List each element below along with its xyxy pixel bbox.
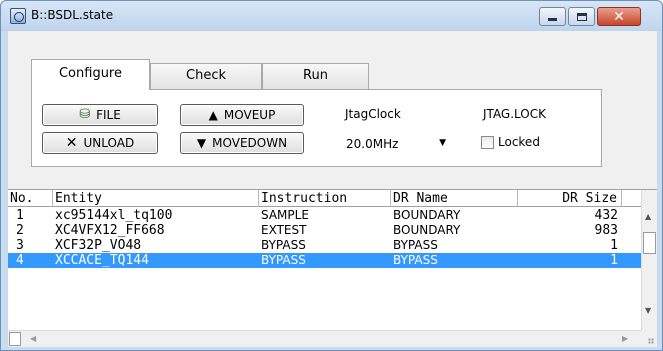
row-no: 4 bbox=[16, 253, 24, 268]
column-header-entity[interactable]: Entity bbox=[53, 190, 259, 207]
table-row[interactable]: 1 xc95144xl_tq100 SAMPLE BOUNDARY 432 bbox=[8, 208, 641, 223]
list-header: No. Entity Instruction DR Name DR Size bbox=[8, 190, 641, 207]
close-button[interactable]: ✕ bbox=[597, 7, 641, 26]
row-dr-size: 983 bbox=[594, 223, 618, 238]
scroll-down-icon[interactable]: ▼ bbox=[645, 306, 651, 315]
row-no: 2 bbox=[16, 223, 24, 238]
row-no: 1 bbox=[16, 208, 24, 223]
locked-checkbox-group[interactable]: Locked bbox=[481, 135, 540, 149]
column-header-no[interactable]: No. bbox=[8, 190, 53, 207]
moveup-button[interactable]: ▲ MOVEUP bbox=[180, 104, 304, 126]
maximize-icon bbox=[576, 12, 587, 21]
minimize-button[interactable] bbox=[539, 7, 566, 26]
entity-list: No. Entity Instruction DR Name DR Size 1… bbox=[8, 189, 657, 347]
triangle-down-icon: ▼ bbox=[196, 136, 207, 150]
row-entity: xc95144xl_tq100 bbox=[55, 208, 173, 223]
locked-checkbox[interactable] bbox=[481, 135, 494, 149]
file-load-icon: ⛁ bbox=[79, 107, 91, 122]
scroll-up-icon[interactable]: ▲ bbox=[645, 212, 651, 221]
row-instruction: BYPASS bbox=[261, 253, 306, 267]
column-header-dr-size[interactable]: DR Size bbox=[518, 190, 622, 207]
row-dr-name: BYPASS bbox=[393, 253, 438, 267]
x-icon: ✕ bbox=[65, 135, 78, 151]
row-no: 3 bbox=[16, 238, 24, 253]
tab-run[interactable]: Run bbox=[262, 63, 369, 90]
resize-grip-icon[interactable] bbox=[641, 330, 657, 347]
vertical-scrollbar[interactable]: ▲ ▼ bbox=[641, 190, 657, 330]
jtagclock-value: 20.0MHz bbox=[346, 137, 399, 151]
vertical-scroll-thumb[interactable] bbox=[643, 232, 656, 254]
movedown-button-label: MOVEDOWN bbox=[212, 136, 288, 150]
bsdl-state-window: B::BSDL.state ✕ Configure Check Run ⛁ FI… bbox=[0, 0, 663, 351]
file-button[interactable]: ⛁ FILE bbox=[42, 104, 158, 126]
moveup-button-label: MOVEUP bbox=[223, 108, 276, 122]
scroll-left-icon[interactable]: ◀ bbox=[30, 334, 36, 343]
table-row-selected[interactable]: 4 XCCACE_TQ144 BYPASS BYPASS 1 bbox=[8, 253, 641, 268]
row-instruction: BYPASS bbox=[261, 238, 306, 252]
row-dr-name: BYPASS bbox=[393, 238, 438, 252]
row-dr-name: BOUNDARY bbox=[393, 223, 461, 237]
dropdown-arrow-icon: ▼ bbox=[439, 138, 446, 148]
triangle-up-icon: ▲ bbox=[208, 108, 218, 122]
tab-configure[interactable]: Configure bbox=[31, 59, 150, 90]
row-entity: XCF32P_VO48 bbox=[55, 238, 142, 253]
scroll-right-icon[interactable]: ▶ bbox=[622, 334, 628, 343]
movedown-button[interactable]: ▼ MOVEDOWN bbox=[180, 132, 304, 154]
unload-button-label: UNLOAD bbox=[83, 136, 135, 150]
row-dr-size: 1 bbox=[610, 253, 618, 268]
title-bar[interactable]: B::BSDL.state ✕ bbox=[1, 1, 662, 31]
column-header-dr-name[interactable]: DR Name bbox=[391, 190, 518, 207]
file-button-label: FILE bbox=[96, 108, 121, 122]
jtaglock-label: JTAG.LOCK bbox=[483, 107, 546, 121]
horizontal-scrollbar[interactable]: ◀ ▶ bbox=[8, 330, 641, 347]
row-entity: XCCACE_TQ144 bbox=[55, 253, 149, 268]
column-header-instruction[interactable]: Instruction bbox=[259, 190, 391, 207]
table-row[interactable]: 2 XC4VFX12_FF668 EXTEST BOUNDARY 983 bbox=[8, 223, 641, 238]
unload-button[interactable]: ✕ UNLOAD bbox=[42, 132, 158, 154]
maximize-button[interactable] bbox=[568, 7, 595, 26]
app-icon[interactable] bbox=[10, 8, 26, 24]
row-instruction: SAMPLE bbox=[261, 208, 309, 222]
table-row[interactable]: 3 XCF32P_VO48 BYPASS BYPASS 1 bbox=[8, 238, 641, 253]
column-header-spacer bbox=[622, 190, 641, 207]
row-dr-size: 1 bbox=[610, 238, 618, 253]
configure-panel: ⛁ FILE ✕ UNLOAD ▲ MOVEUP ▼ MOVEDOWN Jtag… bbox=[31, 89, 602, 167]
client-area: Configure Check Run ⛁ FILE ✕ UNLOAD ▲ MO… bbox=[8, 31, 657, 347]
row-entity: XC4VFX12_FF668 bbox=[55, 223, 165, 238]
row-instruction: EXTEST bbox=[261, 223, 307, 237]
row-dr-size: 432 bbox=[594, 208, 618, 223]
jtagclock-label: JtagClock bbox=[345, 107, 401, 121]
window-title: B::BSDL.state bbox=[31, 8, 114, 22]
tab-check[interactable]: Check bbox=[150, 63, 262, 90]
close-icon: ✕ bbox=[613, 8, 625, 25]
locked-label: Locked bbox=[498, 135, 540, 149]
jtagclock-select[interactable]: 20.0MHz ▼ bbox=[340, 133, 452, 155]
horizontal-scroll-thumb[interactable] bbox=[9, 332, 21, 346]
minimize-icon bbox=[548, 18, 557, 21]
row-dr-name: BOUNDARY bbox=[393, 208, 461, 222]
